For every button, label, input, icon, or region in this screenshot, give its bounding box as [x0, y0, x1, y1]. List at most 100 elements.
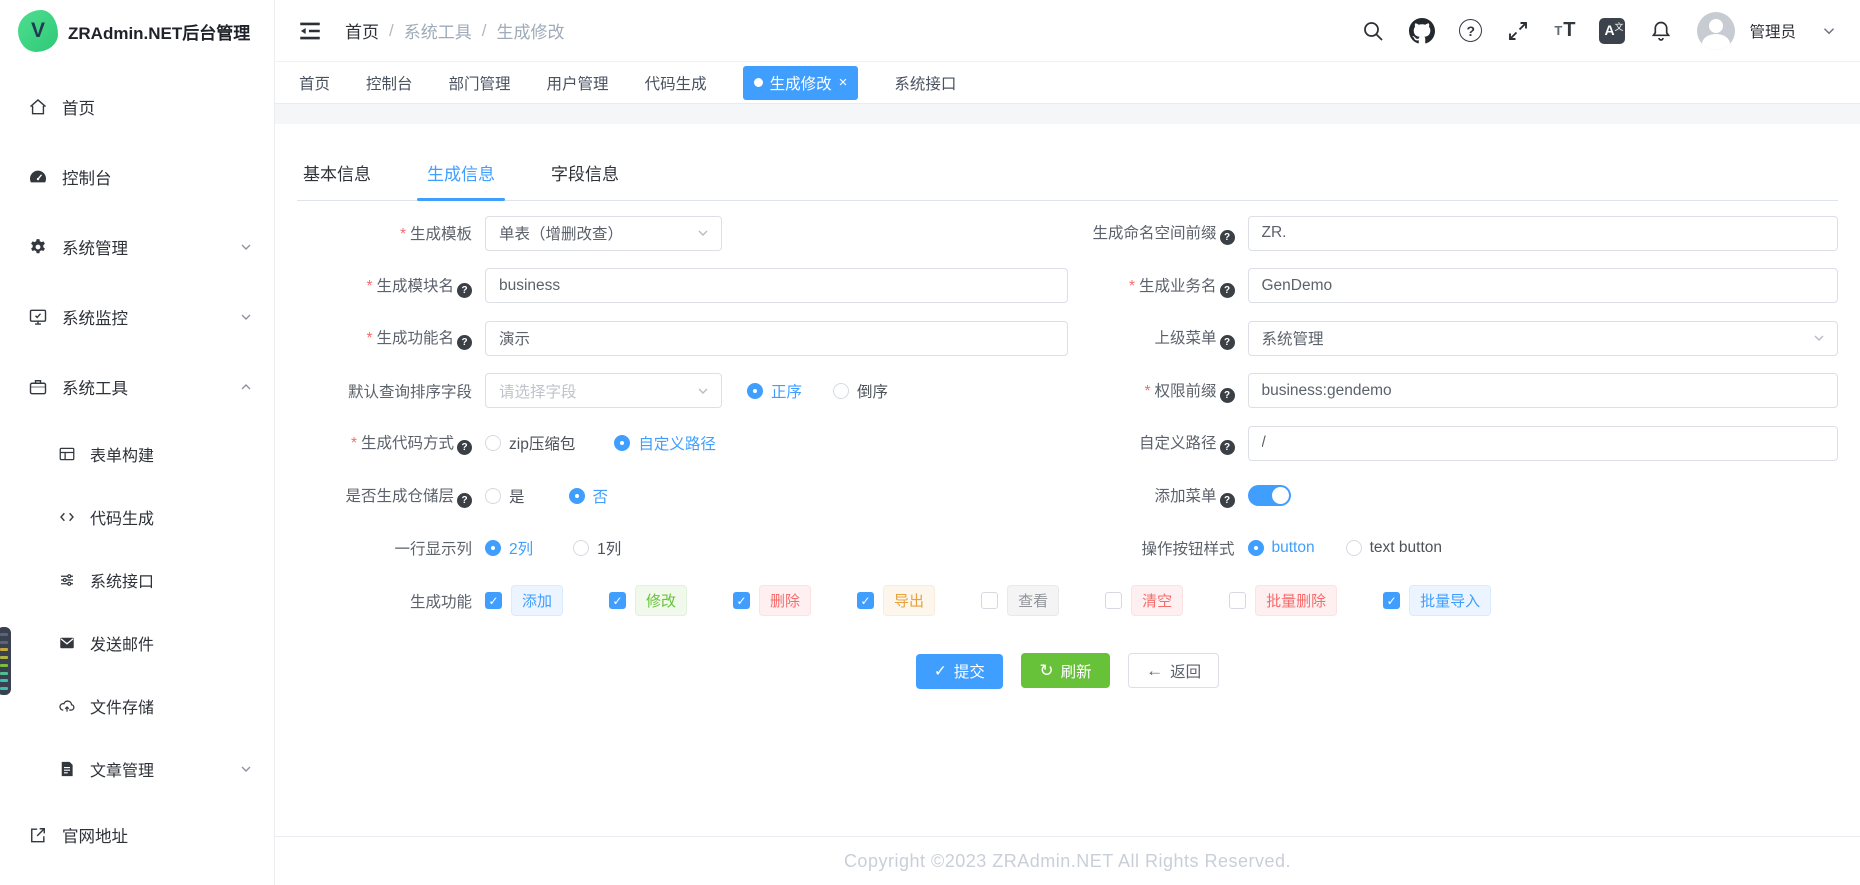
search-icon[interactable] [1361, 19, 1385, 43]
gen-template-select[interactable]: 单表（增删改查） [485, 215, 722, 251]
sidebar-fold-icon[interactable] [297, 18, 323, 44]
radio-sort-asc[interactable]: 正序 [747, 380, 802, 402]
sidebar-item-code-gen[interactable]: 代码生成 [0, 485, 274, 548]
form-row-code-method: *生成代码方式 zip压缩包 自定义路径 [297, 417, 1068, 470]
tab-dept-admin[interactable]: 部门管理 [449, 72, 511, 94]
user-name[interactable]: 管理员 [1749, 20, 1796, 42]
checkbox-delete[interactable]: 删除 [733, 585, 812, 617]
sidebar-item-send-mail[interactable]: 发送邮件 [0, 611, 274, 674]
sidebar-item-label: 系统工具 [62, 380, 128, 398]
radio-dot [485, 540, 501, 557]
checkbox-edit[interactable]: 修改 [609, 585, 688, 617]
tab-user-admin[interactable]: 用户管理 [547, 72, 609, 94]
logo-row[interactable]: V ZRAdmin.NET后台管理 [0, 0, 274, 62]
checkbox-icon [485, 592, 502, 610]
sidebar-item-label: 文件存储 [90, 699, 155, 717]
function-name-input[interactable] [485, 320, 1068, 356]
help-icon[interactable] [1219, 440, 1235, 456]
translate-icon[interactable] [1599, 17, 1626, 44]
radio-one-col[interactable]: 1列 [573, 537, 621, 559]
custom-path-input[interactable] [1247, 425, 1838, 461]
sidebar-item-official-site[interactable]: 官网地址 [0, 800, 274, 870]
fullscreen-icon[interactable] [1506, 19, 1530, 43]
radio-repo-yes[interactable]: 是 [485, 485, 525, 507]
chevron-down-icon[interactable] [1820, 22, 1838, 40]
tab-code-gen[interactable]: 代码生成 [645, 72, 707, 94]
github-icon[interactable] [1409, 17, 1436, 44]
sidebar-item-form-builder[interactable]: 表单构建 [0, 422, 274, 485]
breadcrumb-home[interactable]: 首页 [345, 18, 379, 43]
sidebar-item-home[interactable]: 首页 [0, 72, 274, 142]
sidebar-item-system-admin[interactable]: 系统管理 [0, 212, 274, 282]
help-icon[interactable] [457, 492, 472, 508]
radio-text-button-style[interactable]: text button [1345, 539, 1442, 557]
sidebar-item-system-monitor[interactable]: 系统监控 [0, 282, 274, 352]
question-icon[interactable] [1459, 19, 1483, 42]
radio-custom-path[interactable]: 自定义路径 [614, 432, 716, 454]
form-row-permission-prefix: * 权限前缀 [1068, 365, 1838, 418]
parent-menu-select[interactable]: 系统管理 [1247, 320, 1838, 356]
permission-prefix-input[interactable] [1247, 373, 1838, 409]
font-size-icon[interactable] [1554, 19, 1575, 42]
bell-icon[interactable] [1649, 19, 1673, 43]
tab-dashboard[interactable]: 控制台 [366, 72, 413, 94]
breadcrumb-system-tools[interactable]: 系统工具 [404, 18, 472, 43]
mini-monitor-widget[interactable] [0, 627, 11, 695]
chevron-down-icon [1814, 335, 1824, 342]
help-icon[interactable] [1219, 335, 1235, 351]
sidebar-item-file-storage[interactable]: 文件存储 [0, 674, 274, 737]
help-icon[interactable] [457, 282, 472, 298]
radio-zip[interactable]: zip压缩包 [485, 432, 575, 454]
radio-repo-no[interactable]: 否 [568, 485, 608, 507]
business-name-input[interactable] [1247, 268, 1838, 304]
required-asterisk: * [1144, 382, 1151, 400]
tab-gen-edit-active[interactable]: 生成修改 × [742, 65, 859, 100]
tab-gen-info[interactable]: 生成信息 [417, 150, 505, 201]
tab-field-info[interactable]: 字段信息 [549, 150, 621, 200]
sidebar-item-dashboard[interactable]: 控制台 [0, 142, 274, 212]
sidebar-item-article-admin[interactable]: 文章管理 [0, 737, 274, 800]
help-icon[interactable] [1219, 230, 1235, 246]
checkbox-batch-import[interactable]: 批量导入 [1383, 585, 1492, 617]
radio-dot [485, 435, 501, 452]
sidebar-item-system-tools[interactable]: 系统工具 [0, 352, 274, 422]
field-label: 操作按钮样式 [1141, 541, 1235, 559]
help-icon[interactable] [457, 440, 472, 456]
help-icon[interactable] [1219, 492, 1235, 508]
avatar[interactable] [1697, 11, 1736, 50]
help-icon[interactable] [457, 335, 472, 351]
sidebar-item-label: 表单构建 [90, 447, 155, 465]
field-label: * 生成代码方式 [297, 431, 485, 456]
add-menu-toggle[interactable] [1247, 485, 1291, 507]
tab-system-api[interactable]: 系统接口 [894, 72, 956, 94]
app-root: V ZRAdmin.NET后台管理 首页 控制台 系统管理 系统监控 系统工具 … [0, 0, 1860, 885]
checkbox-add[interactable]: 添加 [485, 585, 564, 617]
checkbox-clear[interactable]: 清空 [1105, 585, 1184, 617]
tab-home[interactable]: 首页 [299, 72, 330, 94]
sliders-icon [57, 570, 77, 590]
checkbox-export[interactable]: 导出 [857, 585, 936, 617]
radio-dot [568, 487, 585, 504]
tab-basic-info[interactable]: 基本信息 [301, 150, 373, 200]
radio-button-style[interactable]: button [1247, 539, 1315, 557]
sidebar-item-label: 系统接口 [90, 573, 155, 591]
sidebar-item-system-api[interactable]: 系统接口 [0, 548, 274, 611]
checkbox-view[interactable]: 查看 [981, 585, 1060, 617]
refresh-button[interactable]: 刷新 [1021, 653, 1110, 688]
checkbox-batch-delete[interactable]: 批量删除 [1229, 585, 1338, 617]
submit-button[interactable]: 提交 [915, 653, 1003, 689]
radio-two-col[interactable]: 2列 [485, 537, 533, 559]
help-icon[interactable] [1219, 387, 1235, 403]
namespace-prefix-input[interactable] [1247, 215, 1838, 251]
help-icon[interactable] [1219, 282, 1235, 298]
app-title: ZRAdmin.NET后台管理 [68, 23, 251, 43]
gen-info-form: * 生成模板 单表（增删改查） * 生成模块名? business * 生成功能… [297, 201, 1838, 575]
close-icon[interactable]: × [839, 75, 848, 90]
sidebar-item-label: 首页 [62, 100, 95, 118]
module-name-input[interactable] [485, 268, 1068, 304]
sort-field-select[interactable]: 请选择字段 [485, 373, 722, 409]
tags-bar: 首页 控制台 部门管理 用户管理 代码生成 生成修改 × 系统接口 [275, 62, 1860, 104]
form-row-namespace-prefix: 生成命名空间前缀 [1068, 207, 1838, 260]
radio-sort-desc[interactable]: 倒序 [833, 380, 888, 402]
back-button[interactable]: 返回 [1128, 653, 1220, 688]
